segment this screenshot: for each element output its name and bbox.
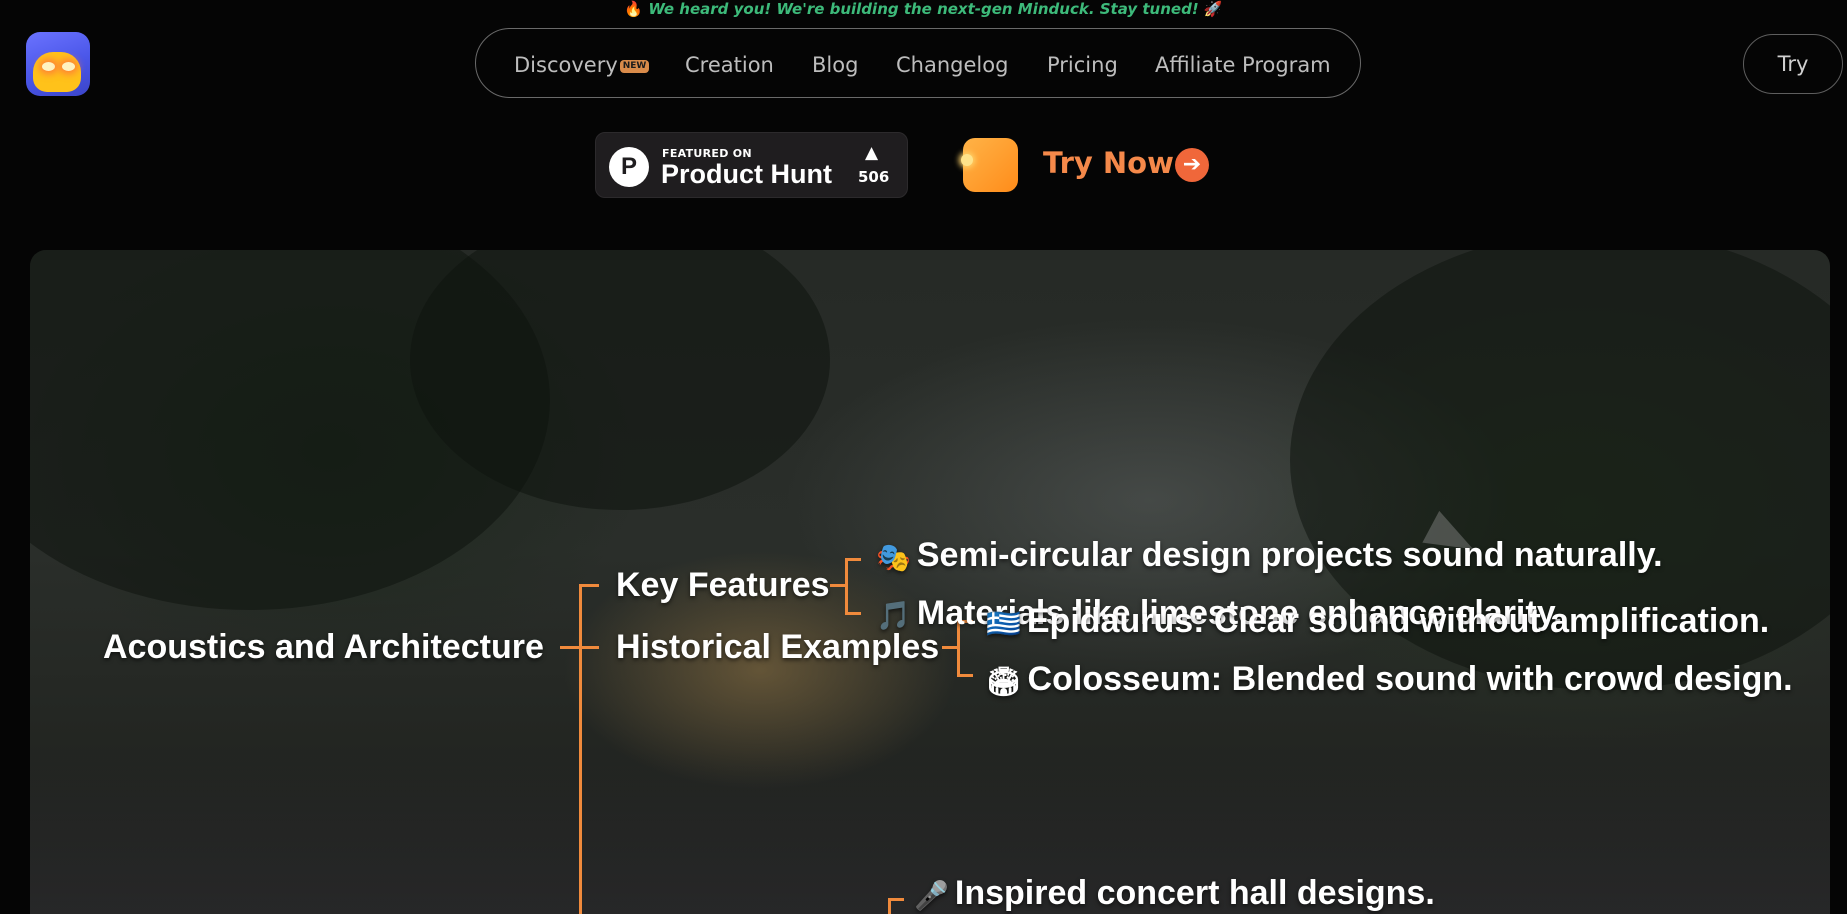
mindmap-leaf: 🎭 Semi-circular design projects sound nat… [876, 536, 1663, 575]
nav-item-changelog[interactable]: Changelog [896, 53, 1008, 77]
main-nav: Discovery NEW Creation Blog Changelog Pri… [475, 28, 1361, 98]
mindmap-leaf: 🏟 Colosseum: Blended sound with crowd des… [986, 660, 1793, 699]
mindmap-connector [888, 898, 904, 901]
new-badge: NEW [619, 59, 650, 73]
mindmap-leaf: 🎤 Inspired concert hall designs. [914, 874, 1435, 913]
mindmap-connector [579, 584, 599, 587]
mindmap-leaf-text: Colosseum: Blended sound with crowd desi… [1027, 660, 1793, 698]
mindmap-connector [830, 584, 846, 587]
product-hunt-logo-icon: P [609, 147, 649, 187]
music-note-icon: 🎵 [876, 599, 911, 631]
try-now-label: Try Now [1043, 146, 1174, 180]
duck-eye-left [42, 62, 55, 71]
duck-app-icon [961, 138, 1018, 192]
duck-body [33, 52, 81, 92]
try-button[interactable]: Try [1743, 34, 1843, 94]
nav-item-blog[interactable]: Blog [812, 53, 858, 77]
arrow-right-icon: ➔ [1175, 148, 1209, 182]
microphone-icon: 🎤 [914, 879, 949, 911]
stadium-icon: 🏟 [986, 665, 1022, 697]
mindmap-connector [579, 646, 599, 649]
mindmap-connector [957, 674, 973, 677]
rocket-icon: 🚀 [1203, 0, 1223, 18]
nav-item-creation[interactable]: Creation [685, 53, 774, 77]
announcement-text: We heard you! We're building the next-ge… [648, 0, 1199, 18]
triangle-up-icon: ▲ [865, 143, 879, 163]
nav-item-pricing[interactable]: Pricing [1047, 53, 1118, 77]
product-hunt-badge[interactable]: P FEATURED ON Product Hunt ▲ 506 [595, 132, 908, 198]
nav-item-discovery[interactable]: Discovery NEW [514, 53, 650, 77]
upvote-count: 506 [858, 168, 890, 186]
minduck-logo[interactable] [26, 32, 90, 96]
hero-video[interactable]: Acoustics and Architecture Key Features … [30, 250, 1830, 914]
mindmap-leaf-text: Semi-circular design projects sound natu… [916, 536, 1663, 574]
mindmap-branch-historical-examples: Historical Examples [616, 628, 940, 666]
nav-item-affiliate-program[interactable]: Affiliate Program [1155, 53, 1331, 77]
theater-masks-icon: 🎭 [876, 541, 911, 573]
mindmap-trunk-line [579, 586, 582, 914]
mindmap-connector [845, 558, 861, 561]
mindmap-leaf-text: Inspired concert hall designs. [954, 874, 1435, 912]
product-hunt-name: Product Hunt [661, 159, 832, 189]
mindmap-bracket-line [845, 558, 848, 614]
mindmap-leaf: 🇬🇷 Epidaurus: Clear sound without amplifi… [986, 602, 1769, 641]
mindmap-connector [845, 612, 861, 615]
duck-eye-right [62, 62, 75, 71]
mindmap-branch-key-features: Key Features [616, 566, 830, 604]
greece-flag-icon: 🇬🇷 [986, 607, 1021, 639]
mindmap-root-node: Acoustics and Architecture [103, 628, 544, 666]
nav-item-label: Discovery [514, 53, 618, 77]
mindmap-leaf-text: Epidaurus: Clear sound without amplifica… [1026, 602, 1770, 640]
announcement-bar: 🔥 We heard you! We're building the next-… [0, 0, 1847, 18]
mindmap-connector [942, 646, 958, 649]
fire-icon: 🔥 [624, 0, 644, 18]
